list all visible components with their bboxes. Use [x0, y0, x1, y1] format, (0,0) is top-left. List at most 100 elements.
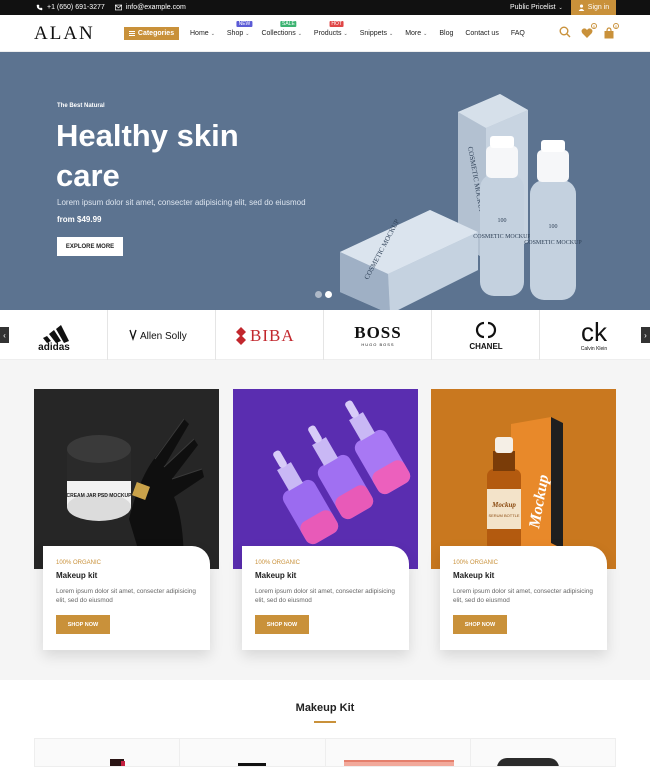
nav-label: FAQ	[510, 30, 525, 37]
adidas-logo: adidas	[38, 325, 70, 351]
nav-item-shop[interactable]: Shop ⌄ NEW	[226, 21, 253, 37]
hero-slider: The Best Natural Healthy skin care Lorem…	[0, 52, 650, 310]
nav-label: Products	[313, 30, 342, 37]
slider-dots	[315, 291, 332, 298]
nav-item-contact-us[interactable]: Contact us	[465, 30, 498, 37]
feature-description: Lorem ipsum dolor sit amet, consecter ad…	[255, 588, 395, 604]
cart-count: 0	[613, 23, 619, 29]
svg-text:Calvin Klein: Calvin Klein	[581, 346, 608, 352]
product-card[interactable]	[179, 738, 325, 767]
svg-text:CHANEL: CHANEL	[469, 342, 502, 351]
chevron-down-icon: ⌄	[245, 30, 250, 37]
nav-item-collections[interactable]: Collections ⌄ SALE	[261, 21, 302, 37]
nav-badge: SALE	[279, 21, 297, 27]
brand-calvin-klein[interactable]: ck Calvin Klein	[540, 310, 648, 360]
brand-boss[interactable]: BOSS HUGO BOSS	[324, 310, 432, 360]
bottle-subtitle: SERUM BOTTLE	[488, 513, 519, 518]
nav-label: Contact us	[465, 30, 499, 37]
feature-card: CREAM JAR PSD MOCKUP 100% ORGANIC Makeup…	[34, 389, 219, 650]
feature-info: 100% ORGANIC Makeup kit Lorem ipsum dolo…	[242, 546, 409, 650]
section-title: Makeup Kit	[295, 702, 355, 714]
product-image	[238, 763, 267, 766]
nav-label: Shop	[226, 30, 244, 37]
site-logo[interactable]: ALAN	[34, 23, 95, 45]
menu-icon	[128, 31, 135, 36]
cosmetic-product-image: COSMETIC MOCKUP COSMETIC MOCKUP 100 COSM…	[340, 94, 582, 310]
chevron-down-icon: ⌄	[210, 30, 215, 37]
nav-item-blog[interactable]: Blog	[439, 30, 453, 37]
nav-label: Blog	[439, 30, 454, 37]
feature-name[interactable]: Makeup kit	[255, 571, 296, 580]
brand-adidas[interactable]: adidas	[0, 310, 108, 360]
svg-text:BOSS: BOSS	[354, 323, 401, 342]
phone-contact[interactable]: +1 (650) 691-3277	[36, 4, 105, 11]
wishlist-count: 0	[591, 23, 597, 29]
jar-label: CREAM JAR PSD MOCKUP	[66, 493, 132, 499]
slider-dot-2[interactable]	[325, 291, 332, 298]
shop-now-button[interactable]: SHOP NOW	[255, 615, 309, 634]
main-nav: Home ⌄ Shop ⌄ NEW Collections ⌄ SALE Products ⌄ HO…	[190, 15, 537, 52]
user-icon	[578, 4, 585, 11]
chevron-down-icon: ⌄	[558, 4, 563, 11]
slider-dot-1[interactable]	[315, 291, 322, 298]
lipstick-tip	[121, 761, 125, 766]
compact-image	[496, 758, 559, 766]
nav-label: Collections	[261, 30, 296, 37]
brand-chanel[interactable]: CHANEL	[432, 310, 540, 360]
svg-text:HUGO BOSS: HUGO BOSS	[361, 342, 394, 347]
nav-item-snippets[interactable]: Snippets ⌄	[360, 30, 393, 37]
allen-solly-logo: Allen Solly	[128, 329, 186, 342]
feature-card: 100% ORGANIC Makeup kit Lorem ipsum dolo…	[233, 389, 418, 650]
feature-tag: 100% ORGANIC	[56, 560, 102, 566]
bottle-2-label: COSMETIC MOCKUP	[524, 240, 582, 246]
feature-image-serum-bottle: Mockup Mockup SERUM BOTTLE	[431, 389, 616, 569]
brand-allen-solly[interactable]: Allen Solly	[108, 310, 216, 360]
bottle-1-label: COSMETIC MOCKUP	[473, 234, 531, 240]
calvin-klein-logo: ck Calvin Klein	[581, 317, 608, 352]
explore-more-button[interactable]: EXPLORE MORE	[57, 237, 123, 256]
hero-price: from $49.99	[57, 215, 102, 224]
hero-eyebrow: The Best Natural	[57, 103, 105, 109]
chanel-logo: CHANEL	[469, 321, 502, 351]
product-card[interactable]	[324, 738, 470, 767]
product-card[interactable]	[469, 738, 616, 767]
top-bar: +1 (650) 691-3277 info@example.com Publi…	[0, 0, 650, 15]
nav-item-home[interactable]: Home ⌄	[190, 30, 215, 37]
nav-item-products[interactable]: Products ⌄ HOT	[313, 21, 348, 37]
feature-image-dropper-bottles	[233, 389, 418, 569]
hero-description: Lorem ipsum dolor sit amet, consecter ad…	[57, 198, 306, 207]
product-card[interactable]	[34, 738, 180, 767]
phone-number: +1 (650) 691-3277	[47, 4, 105, 11]
chevron-down-icon: ⌄	[423, 30, 428, 37]
wishlist-button[interactable]: 0	[581, 23, 597, 38]
bottle-label: Mockup	[491, 501, 516, 509]
palette-edge	[343, 760, 454, 762]
svg-text:BIBA: BIBA	[250, 326, 295, 345]
pricelist-dropdown[interactable]: Public Pricelist ⌄	[510, 0, 563, 15]
chevron-down-icon: ⌄	[388, 30, 394, 37]
chevron-down-icon: ⌄	[343, 30, 348, 37]
sign-in-button[interactable]: Sign in	[571, 0, 616, 15]
chevron-down-icon: ⌄	[297, 30, 302, 37]
phone-icon	[36, 4, 43, 11]
feature-description: Lorem ipsum dolor sit amet, consecter ad…	[56, 588, 196, 604]
feature-name[interactable]: Makeup kit	[453, 571, 494, 580]
bag-icon	[604, 27, 614, 39]
nav-label: Snippets	[359, 30, 387, 37]
nav-item-faq[interactable]: FAQ	[511, 30, 525, 37]
heart-icon	[581, 28, 593, 38]
feature-description: Lorem ipsum dolor sit amet, consecter ad…	[453, 588, 593, 604]
nav-item-more[interactable]: More ⌄	[405, 30, 427, 37]
shop-now-button[interactable]: SHOP NOW	[56, 615, 110, 634]
email-contact[interactable]: info@example.com	[114, 4, 186, 11]
categories-button[interactable]: Categories	[124, 27, 179, 40]
featured-categories: CREAM JAR PSD MOCKUP 100% ORGANIC Makeup…	[0, 360, 650, 680]
search-icon[interactable]	[559, 26, 571, 38]
brand-biba[interactable]: BIBA	[216, 310, 324, 360]
carousel-next-arrow[interactable]: ›	[641, 327, 650, 343]
email-address: info@example.com	[125, 4, 186, 11]
cart-button[interactable]: 0	[603, 23, 619, 39]
shop-now-button[interactable]: SHOP NOW	[453, 615, 507, 634]
svg-text:adidas: adidas	[38, 342, 70, 351]
feature-name[interactable]: Makeup kit	[56, 571, 97, 580]
